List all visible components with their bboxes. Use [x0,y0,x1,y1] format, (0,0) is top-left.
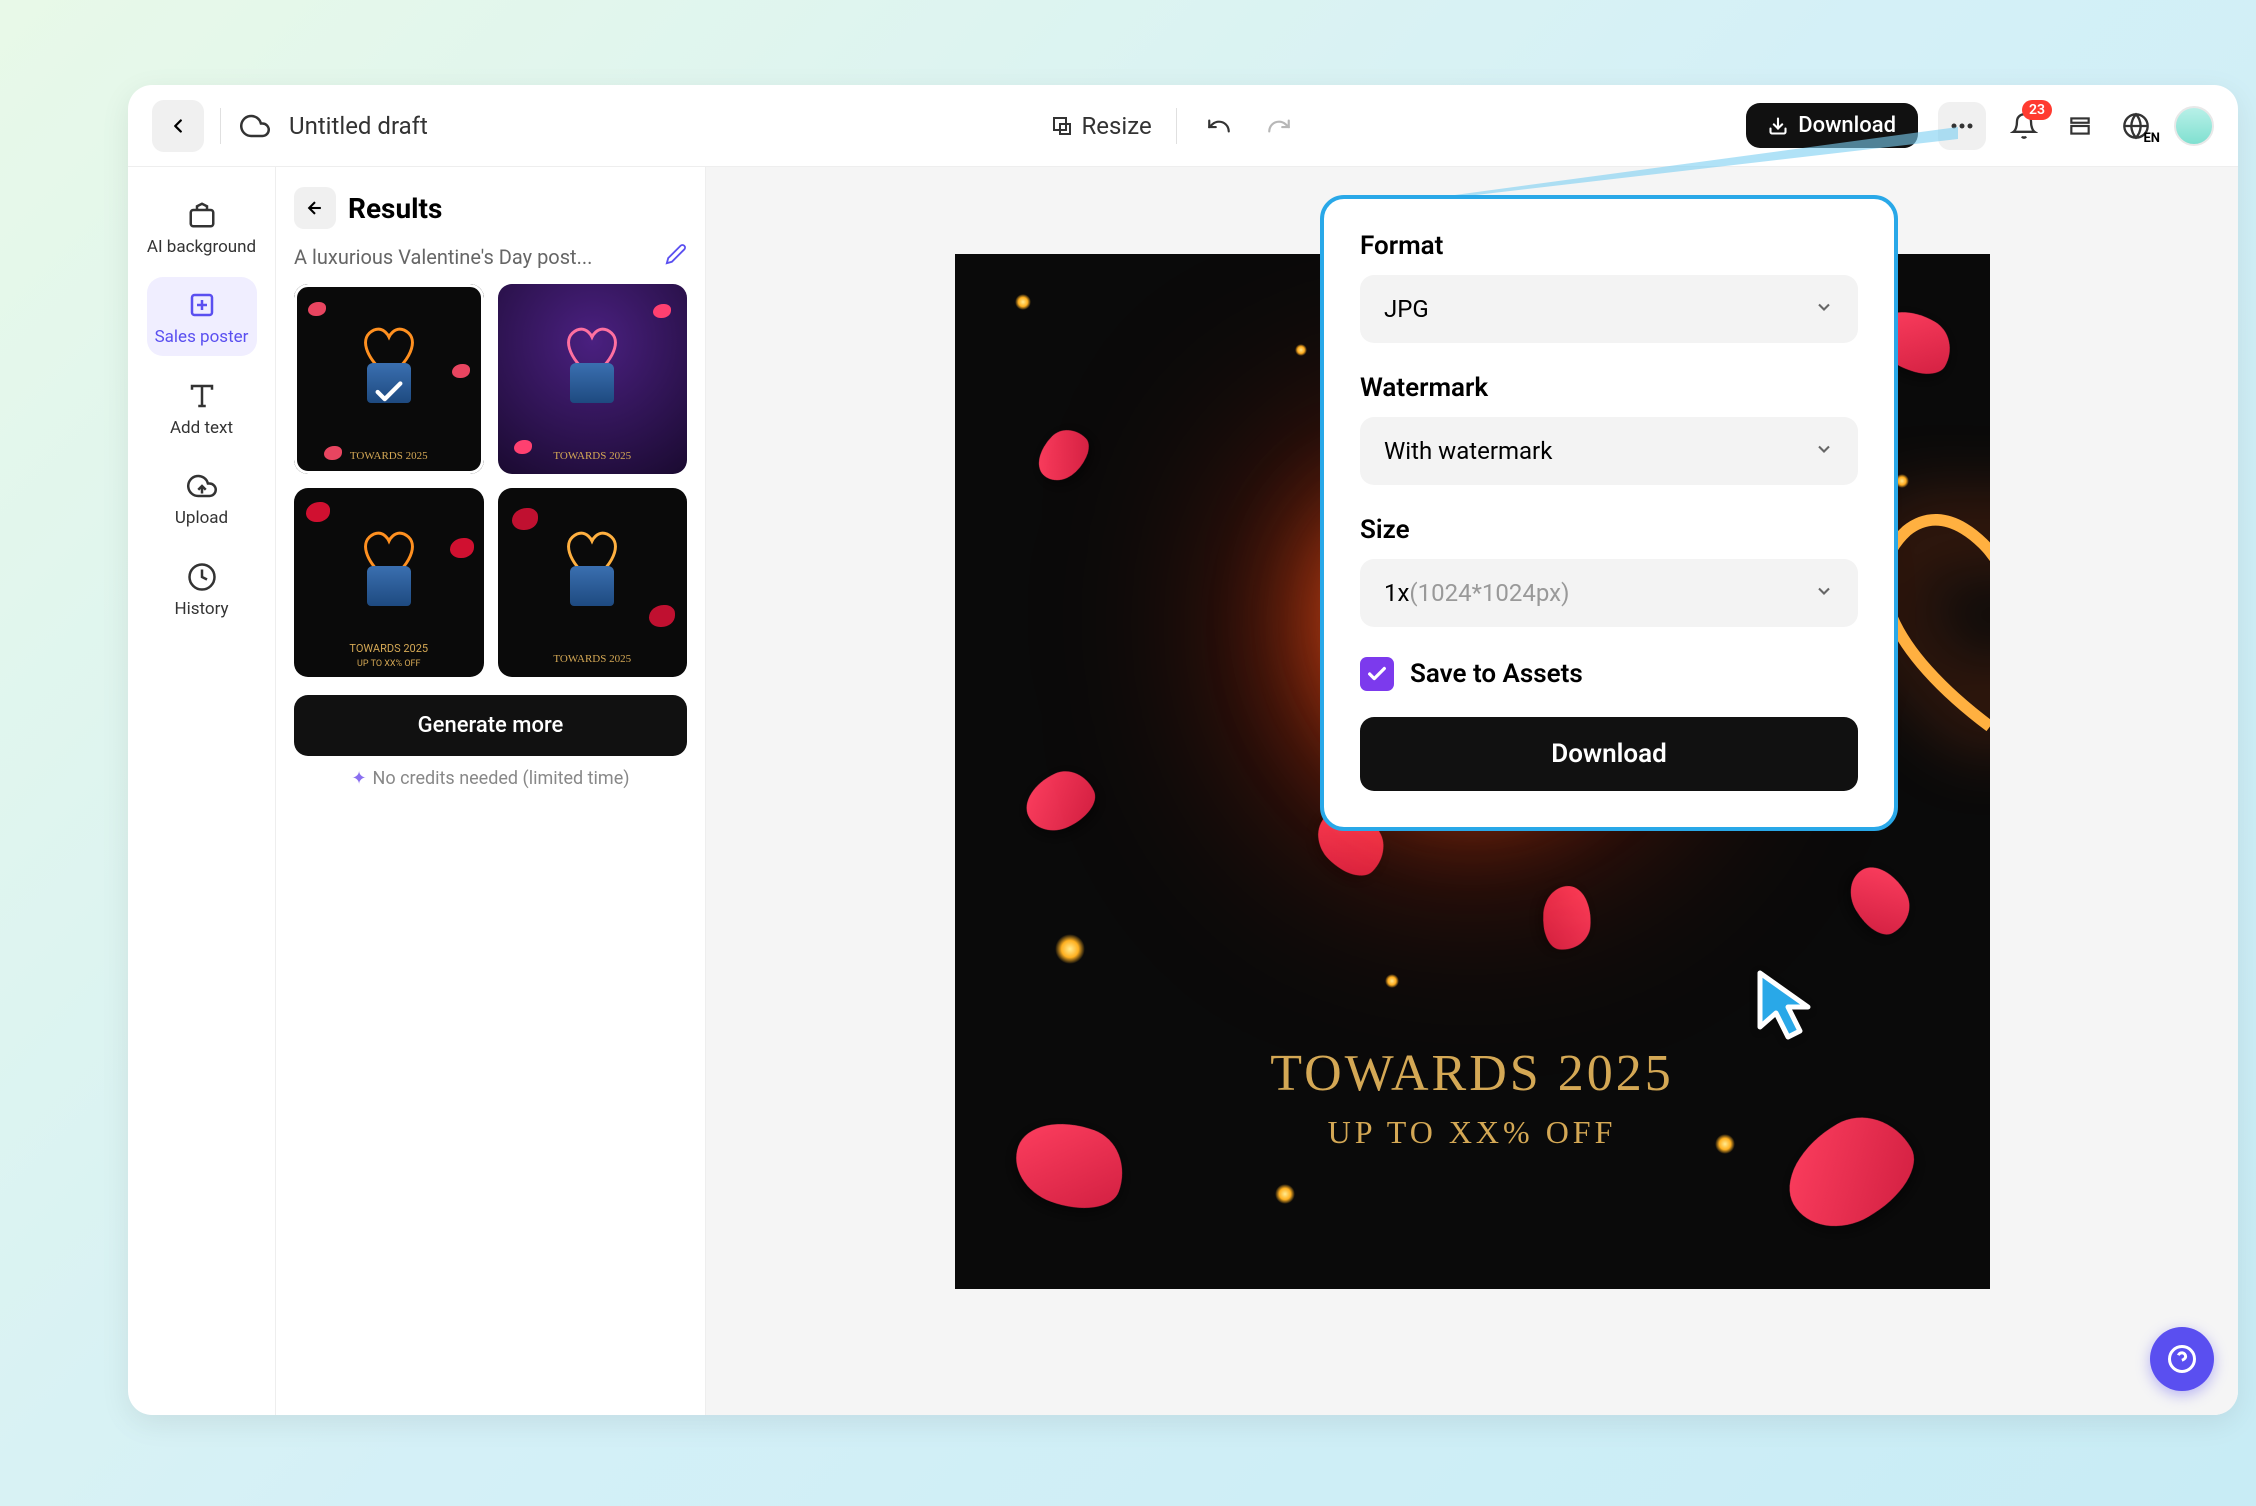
language-code: EN [2143,131,2160,146]
download-popup: Format JPG Watermark With watermark Size… [1320,195,1898,831]
chevron-down-icon [1814,579,1834,607]
rail-label: Add text [170,418,233,438]
more-button[interactable] [1938,102,1986,150]
undo-button[interactable] [1201,108,1237,144]
watermark-select[interactable]: With watermark [1360,417,1858,485]
size-label: Size [1360,515,1858,545]
rail-label: Sales poster [155,327,249,347]
cursor-pointer-icon [1748,965,1822,1049]
save-assets-checkbox[interactable] [1360,657,1394,691]
layers-button[interactable] [2062,108,2098,144]
rail-ai-background[interactable]: AI background [147,187,257,265]
sparkle-icon: ✦ [351,768,366,789]
thumb-title: TOWARDS 2025 [349,642,428,655]
rail-label: History [174,599,228,619]
chevron-down-icon [1814,437,1834,465]
format-value: JPG [1384,295,1429,323]
watermark-label: Watermark [1360,373,1858,403]
layers-icon [2067,113,2093,139]
cloud-save-icon[interactable] [237,108,273,144]
back-button[interactable] [152,100,204,152]
download-button[interactable]: Download [1360,717,1858,791]
prompt-text: A luxurious Valentine's Day post... [294,245,592,269]
language-button[interactable]: EN [2118,108,2154,144]
chevron-left-icon [167,115,189,137]
arrow-left-icon [305,198,325,218]
divider [220,108,221,144]
result-thumbnails: TOWARDS 2025 TOWARDS 2025 TOWARDS 2025 U… [294,284,687,677]
panel-title: Results [348,192,442,225]
watermark-value: With watermark [1384,437,1552,465]
thumbnail-1[interactable]: TOWARDS 2025 [294,284,484,474]
app-window: Resize Download 23 [128,85,2238,1415]
save-assets-label: Save to Assets [1410,659,1583,689]
size-value: 1x(1024*1024px) [1384,579,1569,607]
tool-rail: AI background Sales poster Add text Uplo… [128,167,276,1415]
ai-background-icon [187,200,217,230]
rail-add-text[interactable]: Add text [147,368,257,446]
notification-badge: 23 [2022,100,2052,120]
undo-icon [1206,113,1232,139]
poster-title: TOWARDS 2025 [955,1044,1990,1103]
topbar: Resize Download 23 [128,85,2238,167]
pencil-icon [665,243,687,265]
rail-sales-poster[interactable]: Sales poster [147,277,257,355]
download-icon [1768,116,1788,136]
thumb-sub: UP TO XX% OFF [357,659,421,669]
edit-prompt-button[interactable] [665,243,687,270]
user-avatar[interactable] [2174,106,2214,146]
help-fab[interactable] [2150,1327,2214,1391]
format-select[interactable]: JPG [1360,275,1858,343]
thumbnail-3[interactable]: TOWARDS 2025 UP TO XX% OFF [294,488,484,678]
format-label: Format [1360,231,1858,261]
help-icon [2167,1344,2197,1374]
poster-subtitle: UP TO XX% OFF [955,1114,1990,1151]
rail-upload[interactable]: Upload [147,458,257,536]
check-icon [1366,663,1388,685]
rail-history[interactable]: History [147,549,257,627]
more-icon [1951,123,1973,129]
resize-label: Resize [1082,112,1152,140]
redo-button[interactable] [1261,108,1297,144]
thumbnail-4[interactable]: TOWARDS 2025 [498,488,688,678]
panel-back-button[interactable] [294,187,336,229]
thumbnail-2[interactable]: TOWARDS 2025 [498,284,688,474]
size-select[interactable]: 1x(1024*1024px) [1360,559,1858,627]
generate-more-button[interactable]: Generate more [294,695,687,756]
thumb-title: TOWARDS 2025 [294,450,484,462]
results-panel: Results A luxurious Valentine's Day post… [276,167,706,1415]
check-icon [372,375,406,413]
download-label: Download [1798,113,1896,138]
notifications-button[interactable]: 23 [2006,108,2042,144]
upload-icon [187,471,217,501]
text-icon [187,381,217,411]
credits-note: ✦ No credits needed (limited time) [294,768,687,789]
main-area: AI background Sales poster Add text Uplo… [128,167,2238,1415]
thumb-title: TOWARDS 2025 [498,653,688,665]
resize-icon [1050,114,1074,138]
document-title-input[interactable] [289,112,600,140]
redo-icon [1266,113,1292,139]
sales-poster-icon [187,290,217,320]
chevron-down-icon [1814,295,1834,323]
rail-label: Upload [175,508,228,528]
thumb-title: TOWARDS 2025 [498,450,688,462]
download-top-button[interactable]: Download [1746,103,1918,148]
divider [1176,108,1177,144]
rail-label: AI background [147,237,256,257]
resize-button[interactable]: Resize [1050,112,1152,140]
history-icon [187,562,217,592]
